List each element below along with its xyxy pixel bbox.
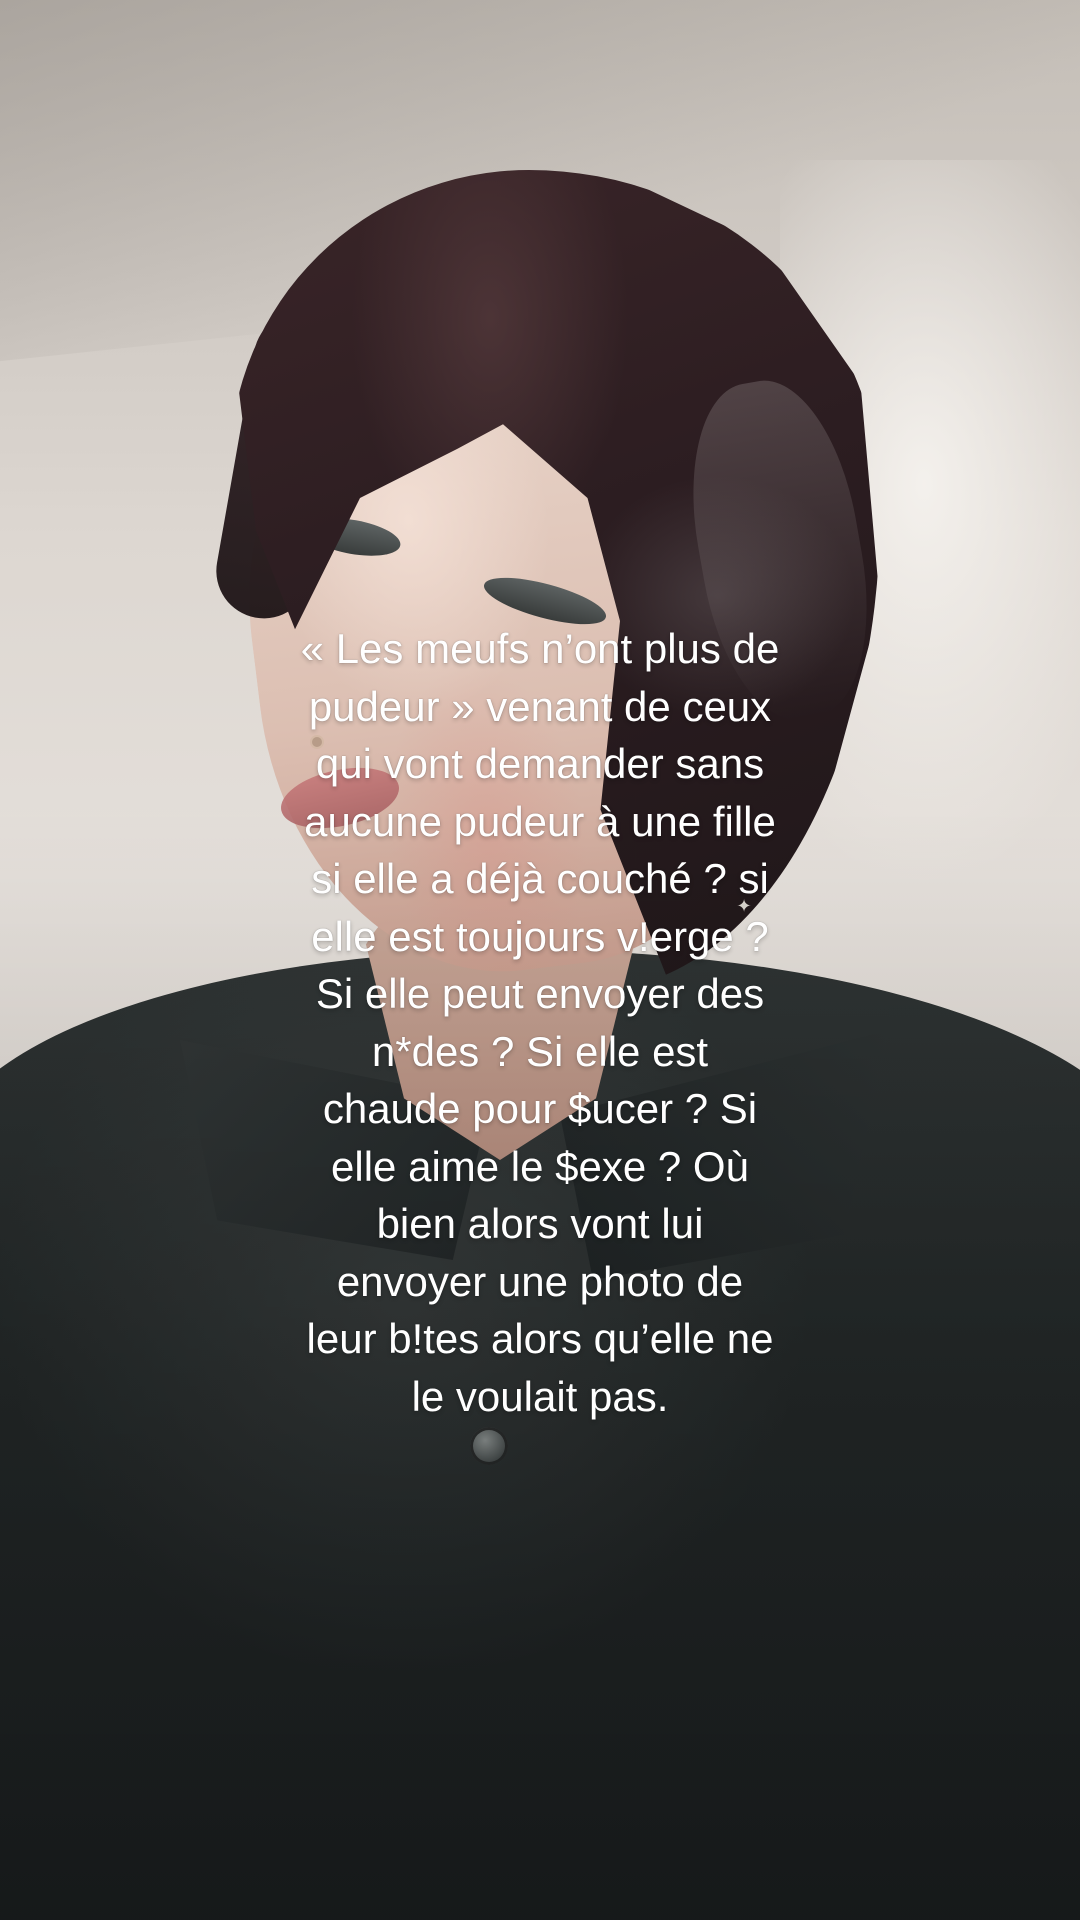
video-caption: « Les meufs n’ont plus de pudeur » venan…	[300, 625, 780, 1420]
tiktok-video-frame: ✦ « Les meufs n’ont plus de pudeur » ven…	[0, 0, 1080, 1920]
